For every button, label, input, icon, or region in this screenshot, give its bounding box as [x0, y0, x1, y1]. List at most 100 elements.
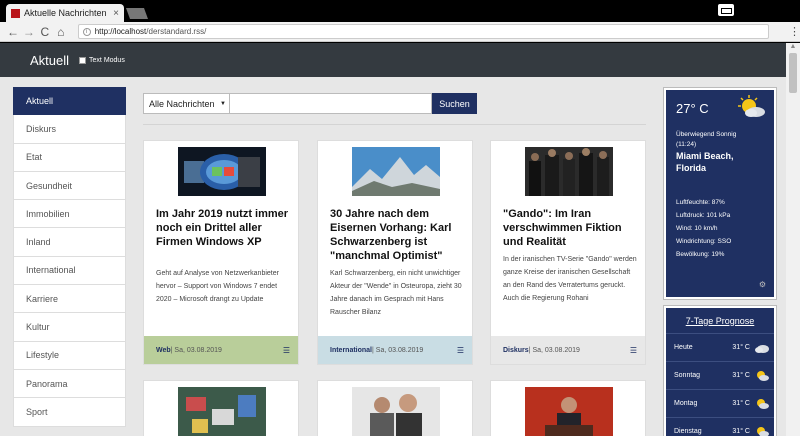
weather-pressure: Luftdruck: 101 kPa [676, 212, 731, 219]
article-card[interactable] [143, 380, 299, 436]
cloud-icon [755, 344, 769, 353]
sidebar-item-karriere[interactable]: Karriere [13, 285, 126, 314]
tab-title: Aktuelle Nachrichten | de [24, 8, 109, 18]
search-input[interactable] [230, 93, 432, 114]
reload-button[interactable]: C [38, 26, 52, 38]
page: Aktuell Text Modus Aktuell Diskurs Etat … [0, 43, 786, 436]
sidebar-item-panorama[interactable]: Panorama [13, 369, 126, 399]
article-footer: Diskurs | Sa, 03.08.2019 ☰ [491, 336, 645, 364]
forecast-temp: 31° C [732, 372, 750, 379]
site-navbar: Aktuell Text Modus [0, 43, 786, 77]
weather-wind: Wind: 10 km/h [676, 225, 718, 232]
url-path: /derstandard.rss/ [146, 27, 207, 36]
article-image-speaker [525, 387, 613, 436]
weather-wind-direction: Windrichtung: SSO [676, 238, 732, 245]
sidebar-item-kultur[interactable]: Kultur [13, 313, 126, 342]
weather-city: Miami Beach, Florida [676, 150, 734, 174]
back-button[interactable]: ← [6, 26, 20, 38]
window-restore-button[interactable] [718, 4, 734, 16]
list-icon[interactable]: ☰ [283, 346, 290, 355]
forecast-temp: 31° C [732, 428, 750, 435]
weather-widget: 27° C Überwiegend Sonnig (11:24) Miami B… [663, 87, 777, 300]
forecast-title[interactable]: 7-Tage Prognose [666, 308, 774, 334]
sidebar-item-lifestyle[interactable]: Lifestyle [13, 341, 126, 370]
search-button[interactable]: Suchen [432, 93, 477, 114]
sun-cloud-icon [738, 95, 765, 117]
sun-cloud-icon [757, 398, 769, 409]
browser-menu-button[interactable]: ⋮ [789, 25, 800, 38]
scrollbar-thumb[interactable] [789, 53, 797, 93]
forecast-temp: 31° C [732, 344, 750, 351]
forecast-widget: 7-Tage Prognose Heute 31° C Sonntag 31° … [663, 305, 777, 436]
category-select-value: Alle Nachrichten [149, 98, 215, 109]
forecast-day: Montag [674, 400, 698, 407]
browser-tab[interactable]: Aktuelle Nachrichten | de × [6, 4, 124, 22]
page-scrollbar[interactable]: ▲ [786, 43, 800, 436]
forecast-row: Sonntag 31° C [666, 362, 774, 390]
article-title[interactable]: "Gando": Im Iran verschwimmen Fiktion un… [503, 207, 639, 249]
article-image-windows [178, 147, 266, 196]
article-card[interactable] [317, 380, 473, 436]
article-date: | Sa, 03.08.2019 [528, 346, 580, 354]
sidebar-item-gesundheit[interactable]: Gesundheit [13, 171, 126, 201]
browser-tabbar: Aktuelle Nachrichten | de × [0, 0, 800, 22]
home-button[interactable]: ⌂ [54, 26, 68, 38]
address-bar[interactable]: i http://localhost /derstandard.rss/ [77, 24, 769, 39]
forecast-day: Sonntag [674, 372, 701, 379]
article-date: | Sa, 03.08.2019 [170, 346, 222, 354]
browser-toolbar: ← → C ⌂ i http://localhost /derstandard.… [0, 22, 800, 42]
weather-condition: Überwiegend Sonnig [676, 131, 737, 138]
sun-cloud-icon [757, 426, 769, 436]
brand[interactable]: Aktuell [30, 53, 69, 68]
article-image-tv-series [525, 147, 613, 196]
text-mode-label: Text Modus [89, 56, 125, 64]
sidebar-item-international[interactable]: International [13, 256, 126, 286]
article-category[interactable]: Web [156, 347, 171, 354]
tab-close-icon[interactable]: × [113, 8, 119, 19]
gear-icon[interactable]: ⚙ [759, 280, 766, 289]
article-teaser: In der iranischen TV-Serie "Gando" werde… [503, 256, 637, 302]
category-select[interactable]: Alle Nachrichten ▼ [143, 93, 230, 114]
article-card[interactable]: "Gando": Im Iran verschwimmen Fiktion un… [490, 140, 646, 365]
category-sidebar: Aktuell Diskurs Etat Gesundheit Immobili… [13, 87, 126, 427]
weather-temperature: 27° C [676, 101, 709, 116]
article-teaser: Karl Schwarzenberg, ein nicht unwichtige… [330, 270, 462, 316]
text-mode-checkbox[interactable] [79, 56, 87, 64]
divider [143, 124, 646, 125]
forecast-temp: 31° C [732, 400, 750, 407]
forecast-row: Montag 31° C [666, 390, 774, 418]
url-host: http://localhost [94, 27, 147, 36]
sidebar-item-sport[interactable]: Sport [13, 398, 126, 427]
forecast-day: Heute [674, 344, 693, 351]
list-icon[interactable]: ☰ [457, 346, 464, 355]
sidebar-item-etat[interactable]: Etat [13, 143, 126, 172]
sidebar-item-diskurs[interactable]: Diskurs [13, 115, 126, 144]
sidebar-item-aktuell[interactable]: Aktuell [13, 87, 126, 116]
article-card[interactable]: Im Jahr 2019 nutzt immer noch ein Dritte… [143, 140, 299, 365]
sidebar-item-immobilien[interactable]: Immobilien [13, 200, 126, 229]
article-image-mountains [352, 147, 440, 196]
info-icon[interactable]: i [82, 27, 91, 36]
article-category[interactable]: International [330, 347, 372, 354]
article-date: | Sa, 03.08.2019 [372, 346, 424, 354]
weather-city-state: Florida [676, 163, 707, 173]
article-footer: International | Sa, 03.08.2019 ☰ [318, 336, 472, 364]
article-teaser: Geht auf Analyse von Netzwerkanbieter he… [156, 270, 279, 303]
scroll-up-icon[interactable]: ▲ [786, 43, 800, 53]
article-card[interactable]: 30 Jahre nach dem Eisernen Vorhang: Karl… [317, 140, 473, 365]
weather-city-name: Miami Beach, [676, 151, 734, 161]
forecast-day: Dienstag [674, 428, 702, 435]
forecast-row: Heute 31° C [666, 334, 774, 362]
new-tab-button[interactable] [125, 8, 149, 19]
article-title[interactable]: 30 Jahre nach dem Eisernen Vorhang: Karl… [330, 207, 466, 263]
list-icon[interactable]: ☰ [630, 346, 637, 355]
article-card[interactable] [490, 380, 646, 436]
forward-button[interactable]: → [22, 26, 36, 38]
weather-details: Luftfeuchte: 87% Luftdruck: 101 kPa Wind… [676, 196, 731, 261]
article-image-people [352, 387, 440, 436]
article-title[interactable]: Im Jahr 2019 nutzt immer noch ein Dritte… [156, 207, 292, 249]
search-bar: Alle Nachrichten ▼ Suchen [143, 93, 477, 114]
sidebar-item-inland[interactable]: Inland [13, 228, 126, 257]
article-category[interactable]: Diskurs [503, 347, 529, 354]
weather-clouds: Bewölkung: 19% [676, 251, 725, 258]
